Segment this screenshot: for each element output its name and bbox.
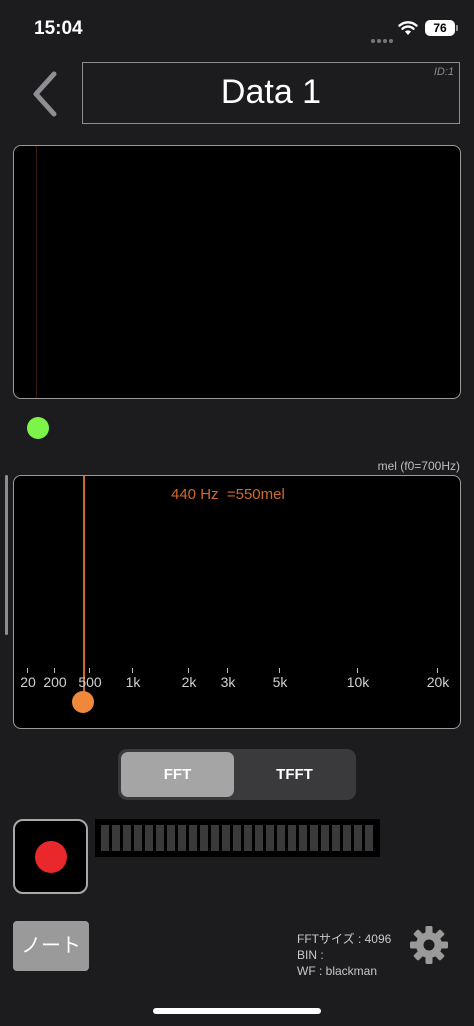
- axis-tick-label: 10k: [346, 674, 370, 690]
- level-meter-segment: [200, 825, 208, 851]
- chevron-left-icon: [33, 71, 57, 117]
- segment-fft[interactable]: FFT: [121, 752, 234, 797]
- gear-icon: [410, 926, 448, 964]
- level-meter-segment: [354, 825, 362, 851]
- note-button[interactable]: ノート: [13, 921, 89, 971]
- fft-size-label: FFTサイズ : 4096: [297, 932, 392, 946]
- segment-tfft[interactable]: TFFT: [238, 752, 351, 797]
- status-time: 15:04: [34, 18, 83, 39]
- level-meter-segment: [299, 825, 307, 851]
- cellular-signal-icon: [371, 30, 395, 43]
- level-meter-segment: [288, 825, 296, 851]
- axis-tick-label: 200: [43, 674, 67, 690]
- level-meter-segment: [343, 825, 351, 851]
- axis-tick: [132, 668, 133, 673]
- level-meter-segment: [189, 825, 197, 851]
- page-title: Data 1: [220, 73, 322, 111]
- level-meter-segment: [365, 825, 373, 851]
- scrollbar[interactable]: [5, 475, 8, 635]
- fft-info: FFTサイズ : 4096 BIN : WF : blackman: [297, 931, 391, 979]
- level-meter-segment: [233, 825, 241, 851]
- bin-label: BIN :: [297, 948, 324, 962]
- window-function-label: WF : blackman: [297, 964, 378, 978]
- waveform-panel[interactable]: [13, 145, 461, 399]
- level-meter-segment: [266, 825, 274, 851]
- axis-tick: [89, 668, 90, 673]
- level-meter-segment: [112, 825, 120, 851]
- level-meter-segment: [134, 825, 142, 851]
- level-meter-segment: [255, 825, 263, 851]
- level-meter-segment: [277, 825, 285, 851]
- axis-tick-label: 5k: [272, 674, 288, 690]
- frequency-readout: 440 Hz =550mel: [171, 486, 285, 503]
- level-meter: [95, 819, 380, 857]
- axis-tick-label: 20: [20, 674, 36, 690]
- mode-segmented-control: FFT TFFT: [118, 749, 356, 800]
- axis-tick: [54, 668, 55, 673]
- level-meter-segment: [167, 825, 175, 851]
- axis-tick-label: 3k: [220, 674, 236, 690]
- level-meter-segment: [321, 825, 329, 851]
- level-meter-segment: [211, 825, 219, 851]
- home-indicator[interactable]: [153, 1008, 321, 1014]
- level-meter-segment: [145, 825, 153, 851]
- level-meter-segment: [156, 825, 164, 851]
- battery-tip: [456, 25, 458, 31]
- waveform-position-handle[interactable]: [27, 417, 49, 439]
- axis-tick-label: 500: [78, 674, 102, 690]
- axis-tick-label: 20k: [426, 674, 450, 690]
- record-icon: [35, 841, 67, 873]
- level-meter-segment: [310, 825, 318, 851]
- axis-tick: [27, 668, 28, 673]
- axis-tick: [437, 668, 438, 673]
- title-box[interactable]: Data 1 ID:1: [82, 62, 460, 124]
- record-button[interactable]: [13, 819, 88, 894]
- level-meter-segment: [101, 825, 109, 851]
- waveform-marker-line: [36, 146, 37, 398]
- level-meter-segment: [244, 825, 252, 851]
- level-meter-segment: [332, 825, 340, 851]
- frequency-cursor-handle[interactable]: [72, 691, 94, 713]
- axis-tick: [279, 668, 280, 673]
- data-id-label: ID:1: [433, 66, 454, 78]
- level-meter-segment: [123, 825, 131, 851]
- axis-tick-label: 1k: [125, 674, 141, 690]
- wifi-icon: [398, 20, 418, 36]
- axis-tick: [227, 668, 228, 673]
- axis-tick: [188, 668, 189, 673]
- scale-label: mel (f0=700Hz): [377, 459, 460, 473]
- level-meter-segment: [178, 825, 186, 851]
- settings-button[interactable]: [406, 922, 452, 968]
- back-button[interactable]: [26, 68, 66, 122]
- axis-tick-label: 2k: [181, 674, 197, 690]
- level-meter-segment: [222, 825, 230, 851]
- frequency-cursor-line: [83, 476, 85, 702]
- axis-tick: [357, 668, 358, 673]
- battery-indicator: 76: [425, 20, 455, 36]
